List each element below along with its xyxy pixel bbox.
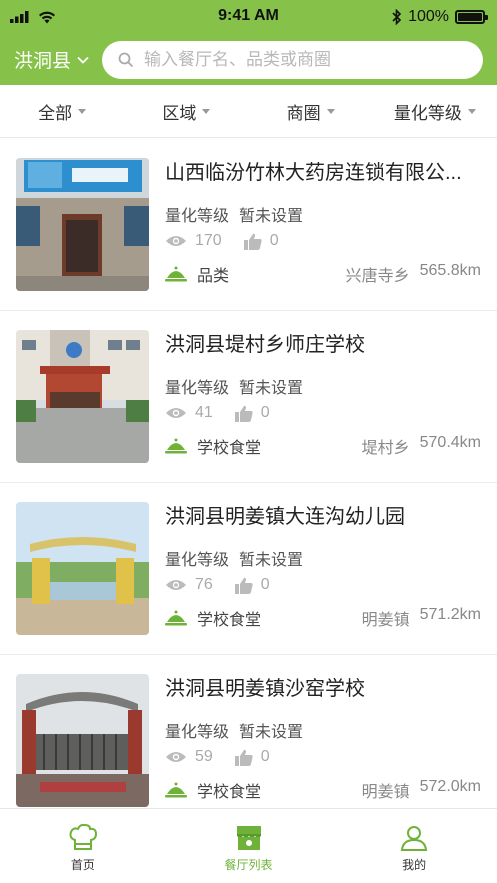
view-count: 76 bbox=[195, 576, 213, 593]
distance-label: 571.2km bbox=[419, 606, 481, 623]
category-label: 学校食堂 bbox=[197, 612, 262, 629]
list-item[interactable]: 山西临汾竹林大药房连锁有限公... 量化等级 暂未设置 170 0 品类 兴唐寺乡… bbox=[0, 139, 497, 311]
eye-icon bbox=[166, 580, 186, 590]
grade-value: 暂未设置 bbox=[239, 724, 304, 741]
grade-label: 量化等级 bbox=[165, 208, 230, 225]
city-selector[interactable]: 洪洞县 bbox=[14, 46, 102, 73]
search-input[interactable] bbox=[144, 49, 467, 70]
like-count: 0 bbox=[260, 404, 270, 421]
eye-icon bbox=[166, 752, 186, 762]
area-label: 明姜镇 bbox=[361, 784, 410, 801]
grade-label: 量化等级 bbox=[165, 724, 230, 741]
restaurant-photo bbox=[16, 158, 149, 291]
like-count: 0 bbox=[269, 232, 279, 249]
thumbs-up-icon bbox=[243, 233, 262, 250]
bottom-tab-bar: 首页 餐厅列表 我的 bbox=[0, 808, 497, 883]
filter-label: 区域 bbox=[162, 103, 197, 123]
like-count: 0 bbox=[260, 748, 270, 765]
restaurant-photo bbox=[16, 330, 149, 463]
dropdown-triangle-icon bbox=[78, 108, 87, 114]
thumbs-up-icon bbox=[234, 749, 253, 766]
chevron-down-icon bbox=[77, 56, 89, 64]
like-count: 0 bbox=[260, 576, 270, 593]
restaurant-photo bbox=[16, 674, 149, 807]
category-label: 品类 bbox=[197, 268, 230, 285]
user-icon bbox=[401, 825, 428, 851]
restaurant-name: 洪洞县明姜镇沙窑学校 bbox=[165, 678, 365, 700]
dropdown-triangle-icon bbox=[467, 108, 476, 114]
eye-icon bbox=[166, 408, 186, 418]
restaurant-list: 山西临汾竹林大药房连锁有限公... 量化等级 暂未设置 170 0 品类 兴唐寺乡… bbox=[0, 139, 497, 827]
area-label: 兴唐寺乡 bbox=[345, 268, 410, 285]
list-item[interactable]: 洪洞县明姜镇沙窑学校 量化等级 暂未设置 59 0 学校食堂 明姜镇 572.0km bbox=[0, 655, 497, 827]
view-count: 59 bbox=[195, 748, 213, 765]
thumbs-up-icon bbox=[234, 405, 253, 422]
dish-cover-icon bbox=[165, 610, 187, 626]
distance-label: 570.4km bbox=[419, 434, 481, 451]
area-label: 明姜镇 bbox=[361, 612, 410, 629]
dish-cover-icon bbox=[165, 266, 187, 282]
filter-bar: 全部 区域 商圈 量化等级 bbox=[0, 85, 497, 138]
tab-home[interactable]: 首页 bbox=[0, 809, 166, 883]
status-bar: 9:41 AM 100% bbox=[0, 0, 497, 34]
wifi-icon bbox=[39, 11, 55, 23]
chef-hat-icon bbox=[69, 823, 97, 850]
header: 9:41 AM 100% 洪洞县 bbox=[0, 0, 497, 85]
tab-label: 我的 bbox=[402, 857, 427, 872]
dropdown-triangle-icon bbox=[326, 108, 335, 114]
dish-cover-icon bbox=[165, 438, 187, 454]
view-count: 41 bbox=[195, 404, 213, 421]
filter-label: 全部 bbox=[38, 103, 73, 123]
grade-label: 量化等级 bbox=[165, 380, 230, 397]
area-label: 堤村乡 bbox=[361, 440, 410, 457]
tab-label: 首页 bbox=[70, 857, 95, 872]
search-bar[interactable] bbox=[102, 40, 483, 79]
filter-label: 量化等级 bbox=[393, 103, 462, 123]
grade-label: 量化等级 bbox=[165, 552, 230, 569]
battery-percent: 100% bbox=[408, 8, 449, 25]
eye-icon bbox=[166, 236, 186, 246]
category-label: 学校食堂 bbox=[197, 784, 262, 801]
search-icon bbox=[118, 52, 134, 67]
grade-value: 暂未设置 bbox=[239, 380, 304, 397]
tab-mine[interactable]: 我的 bbox=[331, 809, 497, 883]
filter-all[interactable]: 全部 bbox=[0, 85, 124, 137]
filter-label: 商圈 bbox=[286, 103, 321, 123]
restaurant-photo bbox=[16, 502, 149, 635]
battery-icon bbox=[455, 10, 488, 24]
signal-icon bbox=[10, 11, 29, 23]
dropdown-triangle-icon bbox=[202, 108, 211, 114]
category-label: 学校食堂 bbox=[197, 440, 262, 457]
dish-cover-icon bbox=[165, 782, 187, 798]
list-item[interactable]: 洪洞县堤村乡师庄学校 量化等级 暂未设置 41 0 学校食堂 堤村乡 570.4km bbox=[0, 311, 497, 483]
tab-restaurant-list[interactable]: 餐厅列表 bbox=[166, 809, 332, 883]
bluetooth-icon bbox=[392, 9, 402, 25]
restaurant-name: 洪洞县明姜镇大连沟幼儿园 bbox=[165, 506, 405, 528]
filter-region[interactable]: 区域 bbox=[124, 85, 248, 137]
list-item[interactable]: 洪洞县明姜镇大连沟幼儿园 量化等级 暂未设置 76 0 学校食堂 明姜镇 571.2… bbox=[0, 483, 497, 655]
distance-label: 565.8km bbox=[419, 262, 481, 279]
tab-label: 餐厅列表 bbox=[224, 857, 273, 872]
restaurant-name: 洪洞县堤村乡师庄学校 bbox=[165, 334, 365, 356]
filter-business-district[interactable]: 商圈 bbox=[249, 85, 373, 137]
city-label: 洪洞县 bbox=[14, 51, 72, 72]
thumbs-up-icon bbox=[234, 577, 253, 594]
filter-grade[interactable]: 量化等级 bbox=[373, 85, 497, 137]
view-count: 170 bbox=[195, 232, 222, 249]
distance-label: 572.0km bbox=[419, 778, 481, 795]
restaurant-name: 山西临汾竹林大药房连锁有限公... bbox=[165, 162, 462, 184]
grade-value: 暂未设置 bbox=[239, 208, 304, 225]
grade-value: 暂未设置 bbox=[239, 552, 304, 569]
shop-icon bbox=[236, 825, 261, 850]
